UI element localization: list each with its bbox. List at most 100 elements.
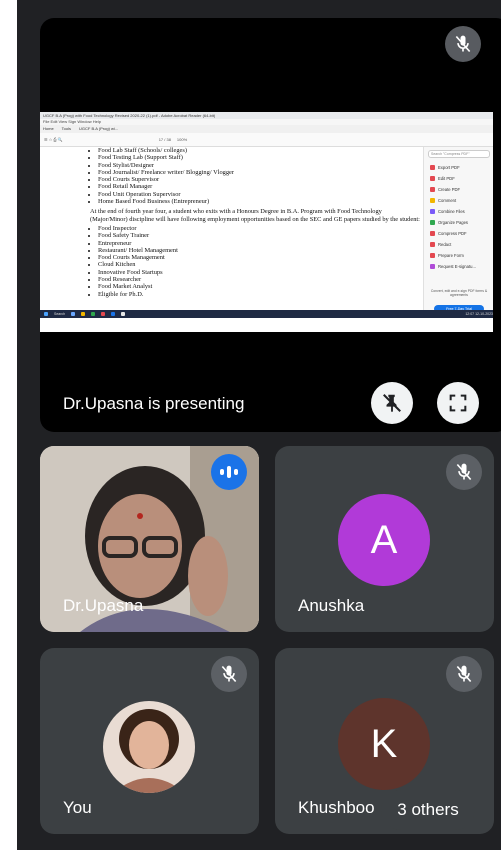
doc-list-item: Food Lab Staff (Schools/ colleges) <box>98 147 421 154</box>
avatar-initial: K <box>370 721 398 766</box>
participant-tile-anushka[interactable]: A Anushka <box>275 446 494 632</box>
presentation-tile[interactable]: UGCF B.A (Prog) with Food Technology Rev… <box>40 18 501 432</box>
taskbar-search: Search <box>54 312 66 316</box>
participant-name: Khushboo <box>298 798 375 817</box>
tool-item: Redact <box>424 239 493 250</box>
shared-tab: UGCF B.A (Prog) wi... <box>79 126 119 131</box>
tool-label: Comment <box>438 198 457 203</box>
doc-list-item: Food Safety Trainer <box>98 232 421 239</box>
doc-list-1: Food Lab Staff (Schools/ colleges)Food T… <box>46 147 421 205</box>
shared-tab: Home <box>43 126 54 131</box>
doc-list-item: Food Courts Management <box>98 254 421 261</box>
tool-icon <box>430 176 435 181</box>
avatar <box>103 701 195 793</box>
tools-promo: Convert, edit and e-sign PDF forms & agr… <box>430 289 488 298</box>
tool-icon <box>430 264 435 269</box>
tool-item: Prepare Form <box>424 250 493 261</box>
shared-screen: UGCF B.A (Prog) with Food Technology Rev… <box>40 112 493 332</box>
tools-list: Export PDF Edit PDF Create PDF Comment Combi… <box>424 162 493 272</box>
tool-icon <box>430 231 435 236</box>
tool-item: Organize Pages <box>424 217 493 228</box>
tool-label: Edit PDF <box>438 176 455 181</box>
taskbar-app-icon <box>121 312 126 316</box>
fullscreen-button[interactable] <box>437 382 479 424</box>
doc-list-item: Food Testing Lab (Support Staff) <box>98 154 421 161</box>
meet-window: UGCF B.A (Prog) with Food Technology Rev… <box>17 0 501 850</box>
tool-item: Request E-signatu... <box>424 261 493 272</box>
tool-label: Combine Files <box>438 209 465 214</box>
shared-tab: Tools <box>61 126 72 131</box>
tool-label: Prepare Form <box>438 253 464 258</box>
mic-off-icon <box>211 656 247 692</box>
doc-list-item: Cloud Kitchen <box>98 261 421 268</box>
mic-off-icon <box>445 26 481 62</box>
doc-list-item: Innovative Food Startups <box>98 269 421 276</box>
taskbar-app-icon <box>91 312 96 316</box>
tool-label: Compress PDF <box>438 231 467 236</box>
doc-list-item: Food Courts Supervisor <box>98 176 421 183</box>
pdf-page: Food Lab Staff (Schools/ colleges)Food T… <box>46 147 421 318</box>
tools-search: Search "Compress PDF" <box>428 150 490 158</box>
others-button[interactable]: 3 others <box>381 790 475 830</box>
tool-item: Compress PDF <box>424 228 493 239</box>
doc-list-2: Food InspectorFood Safety TrainerEntrepr… <box>46 225 421 298</box>
tool-icon <box>430 187 435 192</box>
tool-label: Redact <box>438 242 452 247</box>
taskbar-app-icon <box>111 312 116 316</box>
doc-list-item: Eligible for Ph.D. <box>98 291 421 298</box>
tool-label: Organize Pages <box>438 220 469 225</box>
left-margin <box>0 0 17 850</box>
tool-label: Request E-signatu... <box>438 264 476 269</box>
participant-tile-you[interactable]: You <box>40 648 259 834</box>
doc-list-item: Home Based Food Business (Entrepreneur) <box>98 198 421 205</box>
tool-icon <box>430 253 435 258</box>
windows-start-icon <box>44 312 48 316</box>
taskbar-clock: 12:07 12-10-2023 <box>465 312 493 316</box>
page-indicator: 17 / 38 <box>158 137 171 142</box>
tool-item: Combine Files <box>424 206 493 217</box>
doc-list-item: Food Journalist/ Freelance writer/ Blogg… <box>98 169 421 176</box>
taskbar-app-icon <box>101 312 106 316</box>
doc-list-item: Food Researcher <box>98 276 421 283</box>
tool-icon <box>430 220 435 225</box>
tool-item: Export PDF <box>424 162 493 173</box>
toolbar-icons: ☰ ☆ ⎙ 🔍 <box>44 137 63 142</box>
tool-item: Create PDF <box>424 184 493 195</box>
doc-list-item: Entrepreneur <box>98 240 421 247</box>
mic-off-icon <box>446 454 482 490</box>
pin-off-icon <box>383 394 401 413</box>
tool-icon <box>430 198 435 203</box>
avatar: K <box>338 698 430 790</box>
tool-label: Export PDF <box>438 165 460 170</box>
doc-list-item: Food Retail Manager <box>98 183 421 190</box>
taskbar-app-icon <box>71 312 76 316</box>
tool-item: Edit PDF <box>424 173 493 184</box>
avatar: A <box>338 494 430 586</box>
tool-icon <box>430 165 435 170</box>
windows-taskbar: Search 12:07 12-10-2023 <box>40 310 493 318</box>
tool-item: Comment <box>424 195 493 206</box>
doc-paragraph: At the end of fourth year four, a studen… <box>90 208 420 223</box>
tool-icon <box>430 209 435 214</box>
doc-list-item: Food Inspector <box>98 225 421 232</box>
presenting-label: Dr.Upasna is presenting <box>63 394 245 413</box>
speaking-indicator-icon <box>211 454 247 490</box>
doc-list-item: Food Unit Operation Supervisor <box>98 191 421 198</box>
zoom-level: 100% <box>176 137 188 142</box>
taskbar-app-icon <box>81 312 86 316</box>
participant-name: Dr.Upasna <box>63 596 144 615</box>
unpin-button[interactable] <box>371 382 413 424</box>
doc-list-item: Food Market Analyst <box>98 283 421 290</box>
fullscreen-icon <box>449 394 467 412</box>
doc-list-item: Restaurant/ Hotel Management <box>98 247 421 254</box>
shared-window-title: UGCF B.A (Prog) with Food Technology Rev… <box>40 112 493 119</box>
shared-body: Food Lab Staff (Schools/ colleges)Food T… <box>40 147 493 318</box>
avatar-initial: A <box>370 517 398 562</box>
mic-off-icon <box>446 656 482 692</box>
participant-name: You <box>63 798 92 817</box>
doc-list-item: Food Stylist/Designer <box>98 162 421 169</box>
participant-tile-upasna[interactable]: Dr.Upasna <box>40 446 259 632</box>
shared-toolbar: ☰ ☆ ⎙ 🔍 17 / 38 100% <box>40 133 493 147</box>
participant-name: Anushka <box>298 596 365 615</box>
shared-tabs: Home Tools UGCF B.A (Prog) wi... <box>40 125 493 133</box>
